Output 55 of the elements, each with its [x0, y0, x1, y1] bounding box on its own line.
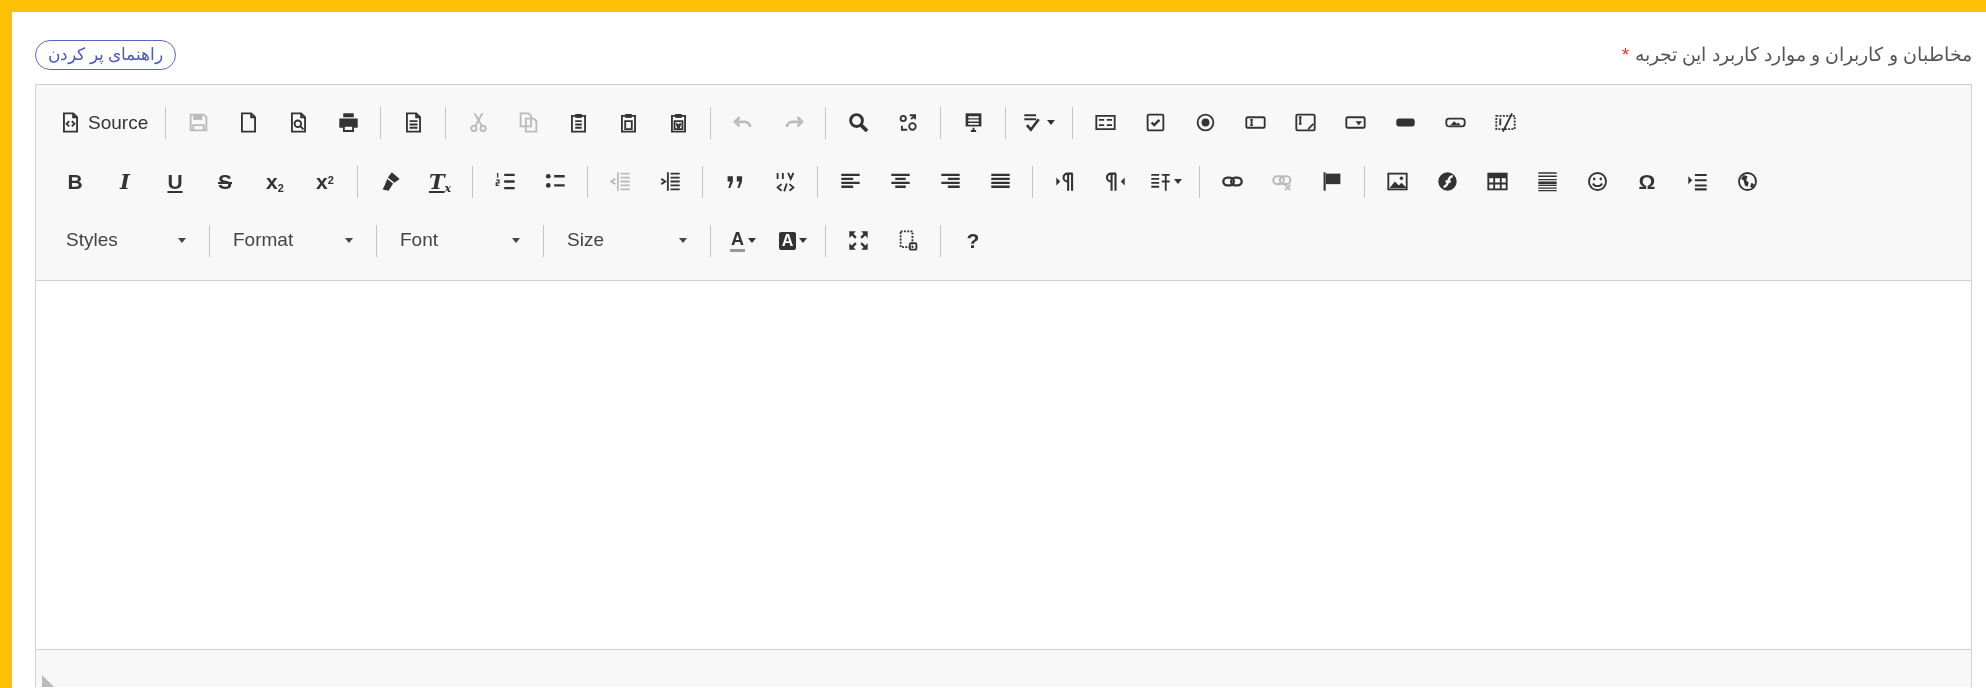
source-button[interactable]: Source	[52, 102, 157, 143]
special-character-button[interactable]: Ω	[1624, 161, 1670, 202]
caret-icon	[799, 238, 808, 243]
image-icon	[1386, 171, 1408, 192]
italic-button[interactable]: I	[102, 161, 148, 202]
underline-button[interactable]: U	[152, 161, 198, 202]
field-label: مخاطبان و کاربران و موارد کاربرد این تجربه	[1635, 42, 1972, 68]
numbered-list-icon	[494, 171, 516, 192]
pilcrow-icon	[1054, 171, 1076, 192]
textarea-icon	[1294, 112, 1316, 133]
globe-icon	[1736, 171, 1758, 192]
printer-icon	[337, 112, 359, 133]
text-color-button[interactable]: A	[720, 220, 766, 261]
outdent-icon	[609, 171, 631, 192]
bold-button[interactable]: B	[52, 161, 98, 202]
format-dropdown[interactable]: Format	[219, 220, 367, 261]
flash-icon	[1436, 171, 1458, 192]
styles-dropdown[interactable]: Styles	[52, 220, 200, 261]
pages-icon	[517, 112, 539, 133]
size-dropdown[interactable]: Size	[553, 220, 701, 261]
font-dropdown[interactable]: Font	[386, 220, 534, 261]
subscript-button[interactable]: x$_{2}$	[252, 161, 298, 202]
smiley-icon	[1586, 171, 1608, 192]
caret-icon	[345, 238, 353, 243]
caret-icon	[1174, 179, 1182, 184]
div-code-icon	[774, 171, 796, 192]
hidden-field-icon	[1494, 112, 1516, 133]
page-break-icon	[1686, 171, 1708, 192]
language-icon	[1150, 171, 1171, 192]
help-about-button[interactable]: ?	[950, 220, 996, 261]
required-mark: *	[1621, 42, 1630, 67]
caret-icon	[178, 238, 186, 243]
search-icon	[847, 112, 869, 133]
code-page-icon	[60, 112, 81, 133]
table-icon	[1486, 171, 1508, 192]
radio-icon	[1194, 112, 1216, 133]
expand-arrows-icon	[847, 230, 869, 251]
blocks-icon	[897, 230, 919, 251]
superscript-button[interactable]: x$^{2}$	[302, 161, 348, 202]
caret-icon	[679, 238, 687, 243]
pilcrow-icon	[1104, 171, 1126, 192]
swap-icon	[897, 112, 919, 133]
form-icon	[1094, 112, 1116, 133]
caret-icon	[1047, 120, 1056, 125]
flag-icon	[1321, 171, 1343, 192]
horizontal-lines-icon	[1536, 171, 1558, 192]
strikethrough-button[interactable]: S	[202, 161, 248, 202]
indent-icon	[659, 171, 681, 192]
caret-icon	[512, 238, 520, 243]
background-color-button[interactable]: A	[770, 220, 816, 261]
scissors-icon	[467, 112, 489, 133]
remove-format-button[interactable]: T$_{x}$	[417, 161, 463, 202]
help-button[interactable]: راهنمای پر کردن	[35, 39, 177, 71]
caret-icon	[748, 238, 756, 243]
checkbox-icon	[1144, 112, 1166, 133]
